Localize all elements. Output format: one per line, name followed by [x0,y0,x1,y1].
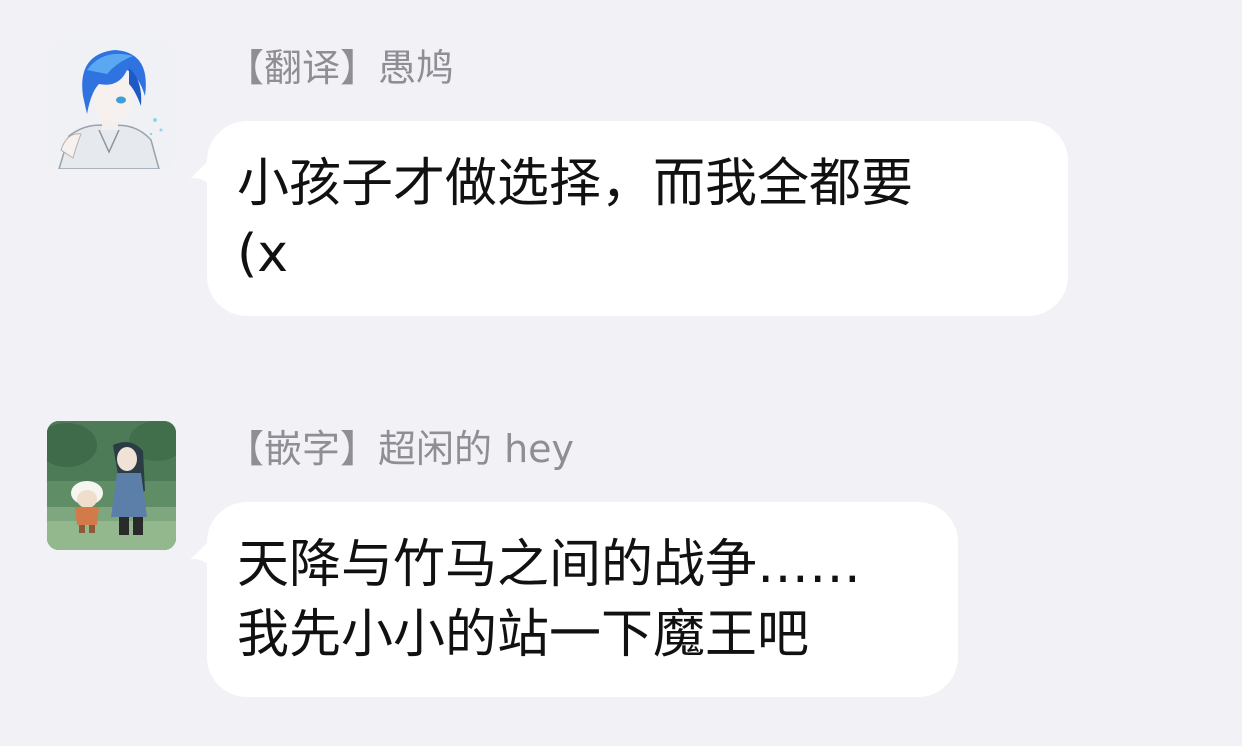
avatar[interactable] [47,40,176,169]
avatar-image-icon [47,40,176,169]
chat-message: 【嵌字】超闲的 hey 天降与竹马之间的战争…… 我先小小的站一下魔王吧 [0,380,1242,720]
sender-name: 【嵌字】超闲的 hey [226,427,575,471]
message-text: 小孩子才做选择，而我全都要 (x [237,154,914,284]
avatar[interactable] [47,421,176,550]
avatar-image-icon [47,421,176,550]
message-bubble[interactable]: 天降与竹马之间的战争…… 我先小小的站一下魔王吧 [190,502,958,697]
sender-name: 【翻译】愚鸠 [226,46,455,90]
chat-message: 【翻译】愚鸠 小孩子才做选择，而我全都要 (x [0,0,1242,330]
message-bubble[interactable]: 小孩子才做选择，而我全都要 (x [190,121,1068,316]
bubble-tail-icon [190,536,214,568]
bubble-tail-icon [190,155,214,187]
message-text: 天降与竹马之间的战争…… 我先小小的站一下魔王吧 [237,535,862,665]
